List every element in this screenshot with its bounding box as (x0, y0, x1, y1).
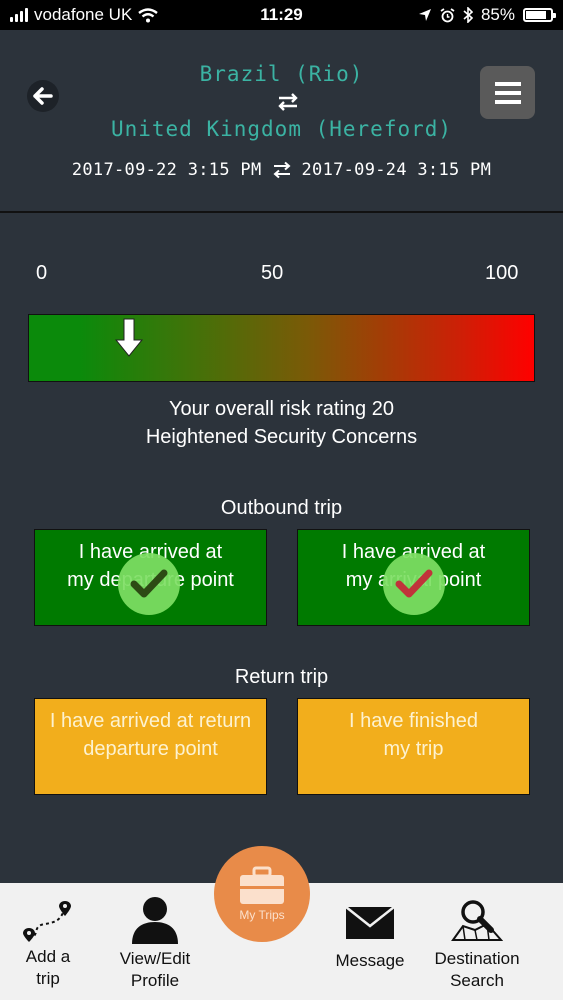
card-label-line1: I have finished (349, 710, 478, 732)
back-arrow-icon (33, 87, 53, 105)
alarm-icon (440, 7, 455, 22)
tab-label-line2: Search (450, 971, 504, 990)
depart-date: 2017-09-22 3:15 PM (71, 160, 262, 180)
origin-label: Brazil (Rio) (199, 62, 364, 86)
scale-mid-label: 50 (261, 262, 284, 284)
envelope-icon (345, 906, 395, 939)
tab-label: Message (335, 951, 405, 970)
scale-max-label: 100 (485, 262, 519, 284)
card-label-line2: departure point (83, 738, 218, 760)
tab-label-line1: Add a (25, 947, 71, 966)
checkmark-icon (118, 553, 180, 615)
status-bar: vodafone UK 11:29 85% (0, 0, 563, 30)
return-title: Return trip (234, 666, 329, 688)
trip-dates: 2017-09-22 3:15 PM 2017-09-24 3:15 PM (0, 160, 563, 180)
checkmark-icon (383, 553, 445, 615)
risk-pointer-icon (115, 318, 144, 357)
risk-rating-text: Your overall risk rating 20 (169, 398, 394, 420)
destination-label: United Kingdom (Hereford) (110, 117, 453, 141)
briefcase-icon (240, 866, 284, 904)
swap-small-icon (272, 161, 291, 179)
risk-level-text: Heightened Security Concerns (145, 426, 418, 448)
location-icon (418, 9, 431, 21)
outbound-title: Outbound trip (220, 497, 343, 519)
tab-destination-search[interactable]: Destination Search (428, 898, 526, 992)
status-right: 85% (418, 5, 556, 25)
tab-profile[interactable]: View/Edit Profile (110, 896, 200, 992)
arrived-return-departure-button[interactable]: I have arrived at return departure point (34, 698, 267, 795)
battery-percent: 85% (480, 5, 515, 24)
map-search-icon (451, 900, 503, 941)
bluetooth-icon (463, 7, 473, 23)
card-label-line1: I have arrived at return (49, 710, 252, 732)
battery-icon (523, 8, 556, 22)
risk-gauge-bar (28, 314, 535, 382)
tab-label: My Trips (239, 908, 285, 922)
finished-trip-button[interactable]: I have finished my trip (297, 698, 530, 795)
scale-min-label: 0 (36, 262, 48, 284)
card-label-line2: my trip (383, 738, 444, 760)
route-icon (23, 901, 71, 942)
tab-label-line2: Profile (130, 971, 180, 990)
tab-label-line1: Destination (434, 949, 520, 968)
tab-label-line2: trip (36, 969, 60, 988)
tab-my-trips[interactable]: My Trips (214, 846, 310, 942)
tab-label-line1: View/Edit (119, 949, 191, 968)
user-icon (132, 897, 178, 944)
swap-icon (278, 93, 298, 111)
return-date: 2017-09-24 3:15 PM (301, 160, 492, 180)
tab-message[interactable]: Message (328, 906, 412, 972)
tab-add-trip[interactable]: Add a trip (14, 900, 82, 990)
